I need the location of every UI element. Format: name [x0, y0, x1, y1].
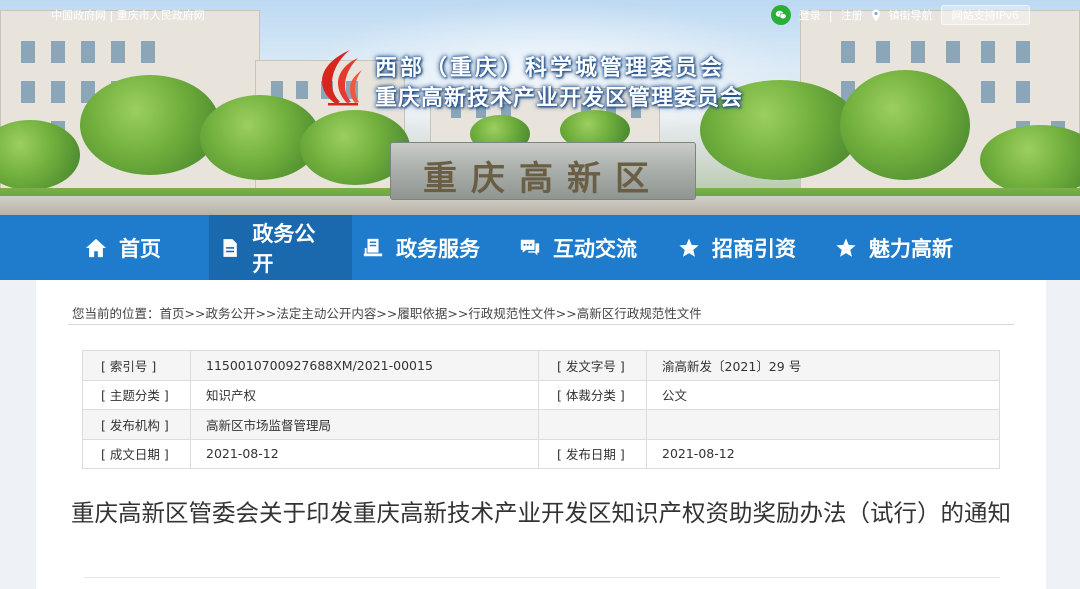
tree: [840, 70, 970, 180]
location-pin-icon: [871, 9, 880, 21]
nav-charm-label: 魅力高新: [869, 236, 953, 261]
table-row: [ 主题分类 ] 知识产权 [ 体裁分类 ] 公文: [82, 379, 1000, 410]
link-gov-cn[interactable]: 中国政府网: [51, 9, 106, 22]
nav-government-services[interactable]: 政务服务: [352, 215, 509, 280]
street-nav-link[interactable]: 镇街导航: [889, 7, 933, 23]
login-link[interactable]: 登录: [799, 7, 821, 23]
tree: [80, 75, 220, 175]
nav-charm[interactable]: 魅力高新: [825, 215, 971, 280]
meta-label-doc-number: [ 发文字号 ]: [538, 350, 647, 381]
nav-government-affairs-label: 政务公开: [252, 221, 316, 276]
meta-label-index: [ 索引号 ]: [82, 350, 191, 381]
table-row: [ 索引号 ] 1150010700927688XM/2021-00015 [ …: [82, 350, 1000, 381]
meta-value-index: 1150010700927688XM/2021-00015: [190, 350, 539, 381]
chat-icon: [520, 239, 540, 255]
table-row: [ 发布机构 ] 高新区市场监督管理局: [82, 409, 1000, 440]
nav-interaction[interactable]: 互动交流: [509, 215, 668, 280]
star-icon: [679, 237, 699, 257]
wechat-icon[interactable]: [770, 5, 791, 25]
meta-value-written-date: 2021-08-12: [190, 438, 539, 469]
breadcrumb[interactable]: 您当前的位置：首页>>政务公开>>法定主动公开内容>>履职依据>>行政规范性文件…: [72, 303, 702, 322]
meta-label-topic: [ 主题分类 ]: [82, 379, 191, 410]
meta-value-publish-date: 2021-08-12: [646, 438, 1000, 469]
nav-home[interactable]: 首页: [75, 215, 209, 280]
title-divider: [84, 577, 1000, 578]
content-panel: 您当前的位置：首页>>政务公开>>法定主动公开内容>>履职依据>>行政规范性文件…: [36, 280, 1046, 589]
logo-icon: [322, 50, 362, 106]
link-cq-gov[interactable]: 重庆市人民政府网: [117, 9, 205, 22]
header-banner: 重庆高新区 中国政府网 | 重庆市人民政府网 登录 | 注册 镇街导航 网站支持…: [0, 0, 1080, 215]
table-row: [ 成文日期 ] 2021-08-12 [ 发布日期 ] 2021-08-12: [82, 438, 1000, 469]
service-icon: [363, 238, 383, 256]
nav-home-label: 首页: [119, 236, 161, 261]
star-icon: [836, 237, 856, 257]
meta-label-genre: [ 体裁分类 ]: [538, 379, 647, 410]
meta-label-publish-date: [ 发布日期 ]: [538, 438, 647, 469]
nav-investment[interactable]: 招商引资: [668, 215, 825, 280]
main-nav: 首页 政务公开 政务服务 互动交流 招商引资 魅力高新: [0, 215, 1080, 280]
top-right-bar: 登录 | 注册 镇街导航 网站支持IPv6: [770, 5, 1030, 25]
ipv6-badge: 网站支持IPv6: [940, 5, 1030, 25]
meta-label-publisher: [ 发布机构 ]: [82, 409, 191, 440]
meta-value-publisher: 高新区市场监督管理局: [190, 409, 539, 440]
home-icon: [85, 238, 107, 257]
nav-interaction-label: 互动交流: [553, 236, 637, 261]
meta-value-doc-number: 渝高新发〔2021〕29 号: [646, 350, 1000, 381]
org-title-line1: 西部（重庆）科学城管理委员会: [375, 56, 726, 81]
document-icon: [223, 238, 237, 257]
breadcrumb-divider: [68, 324, 1014, 325]
nav-government-affairs[interactable]: 政务公开: [209, 215, 352, 280]
top-right-separator: |: [828, 8, 833, 22]
top-separator: |: [109, 9, 114, 22]
stone-monument-text: 重庆高新区: [423, 159, 663, 199]
document-title: 重庆高新区管委会关于印发重庆高新技术产业开发区知识产权资助奖励办法（试行）的通知: [71, 499, 1011, 527]
nav-investment-label: 招商引资: [712, 236, 796, 261]
meta-value-empty: [646, 409, 1000, 440]
document-meta-table: [ 索引号 ] 1150010700927688XM/2021-00015 [ …: [82, 350, 1000, 469]
stone-monument: 重庆高新区: [390, 142, 696, 200]
register-link[interactable]: 注册: [841, 7, 863, 23]
org-title-line2: 重庆高新技术产业开发区管理委员会: [375, 86, 744, 111]
meta-label-written-date: [ 成文日期 ]: [82, 438, 191, 469]
meta-label-empty: [538, 409, 647, 440]
meta-value-topic: 知识产权: [190, 379, 539, 410]
nav-government-services-label: 政务服务: [396, 236, 480, 261]
top-links: 中国政府网 | 重庆市人民政府网: [51, 7, 205, 23]
meta-value-genre: 公文: [646, 379, 1000, 410]
